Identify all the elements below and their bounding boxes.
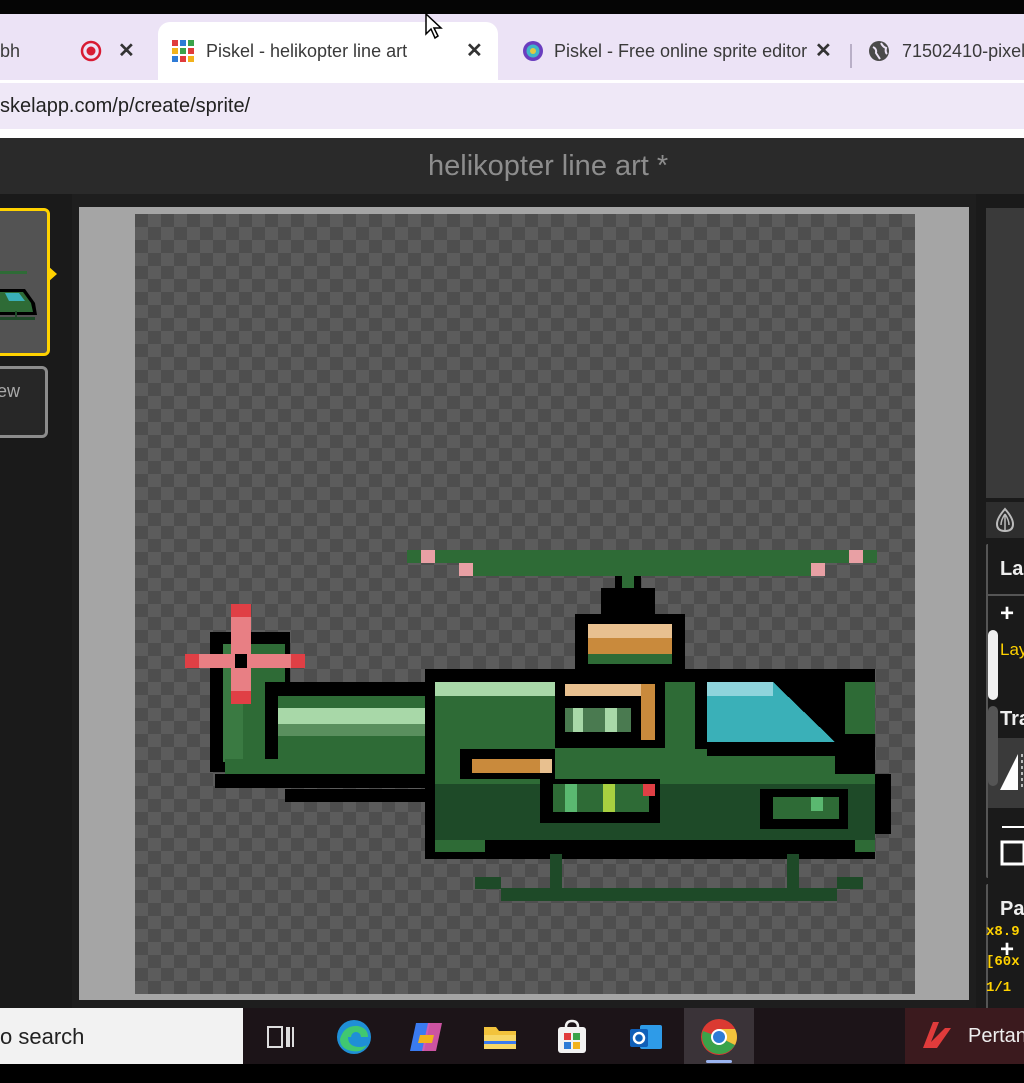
close-icon[interactable]: ✕ [815,38,832,63]
url-field[interactable]: skelapp.com/p/create/sprite/ [0,83,1024,129]
piskel-logo-icon [523,41,543,61]
crop-icon[interactable] [1000,820,1024,868]
tab-label: Piskel - helikopter line art [206,40,408,61]
mouse-cursor-icon [425,12,443,40]
add-new-frame-button[interactable]: ew [0,366,48,438]
flip-icon[interactable] [998,752,1024,792]
drawing-canvas[interactable] [135,214,915,994]
piskel-grid-icon [172,40,194,62]
frame-readout: 1/1 [986,980,1012,996]
taskbar-app-button[interactable]: Pertan [905,1008,1024,1064]
outlook-icon[interactable] [626,1017,666,1057]
tab-piskel-free[interactable]: Piskel - Free online sprite editor ✕ [508,22,848,80]
chrome-icon[interactable] [699,1017,739,1057]
store-icon[interactable] [552,1017,592,1057]
piskel-app: helikopter line art * ew La + Lay Tr Pa … [0,138,1024,1012]
transform-panel: Tra [986,694,1024,878]
address-bar: skelapp.com/p/create/sprite/ [0,80,1024,138]
add-new-frame-label: ew [0,381,21,401]
frame-preview-icon [0,271,37,320]
url-text: skelapp.com/p/create/sprite/ [0,95,251,117]
tab-divider [850,44,852,68]
tab-pixel-image[interactable]: 71502410-pixel- [860,22,1024,80]
taskbar-search-box[interactable]: o search [0,1008,243,1064]
task-view-icon[interactable] [260,1017,300,1057]
frames-column: ew [0,194,72,1008]
file-explorer-icon[interactable] [480,1017,520,1057]
sprite-title[interactable]: helikopter line art * [428,150,668,183]
layer-name[interactable]: Lay [1000,640,1024,660]
frame-thumbnail[interactable] [0,208,50,356]
browser-tab-strip: bh ✕ Piskel - helikopter line art ✕ Pisk… [0,12,1024,80]
layers-panel: La + Lay [986,544,1024,700]
app-icon [923,1022,951,1048]
globe-icon [869,41,889,61]
search-label: o search [0,1024,85,1049]
layers-scrollbar[interactable] [988,630,998,700]
app-label: Pertan [968,1025,1024,1047]
recording-icon [80,40,102,62]
close-icon[interactable]: ✕ [118,38,135,63]
copilot-icon[interactable] [406,1017,446,1057]
active-frame-indicator [48,266,57,282]
transform-scrollbar[interactable] [988,706,998,786]
right-panels: La + Lay Tra Pa + x8.9 [60x 1/1 [976,194,1024,1012]
zoom-readout: x8.9 [986,924,1020,940]
helicopter-sprite [185,550,891,901]
add-layer-button[interactable]: + [1000,600,1014,628]
size-readout: [60x [986,954,1020,970]
tab-bh[interactable]: bh ✕ [0,22,150,80]
animation-preview[interactable] [986,208,1024,498]
tab-piskel-helikopter[interactable]: Piskel - helikopter line art ✕ [158,22,498,80]
app-header: helikopter line art * [0,138,1024,194]
tab-label: bh [0,40,21,61]
taskbar-active-indicator [706,1060,732,1063]
edge-icon[interactable] [334,1017,374,1057]
tab-label: 71502410-pixel- [902,40,1024,61]
tab-label: Piskel - Free online sprite editor [554,40,808,61]
close-icon[interactable]: ✕ [466,38,483,63]
transform-title: Tra [1000,708,1024,730]
palettes-title: Pa [1000,898,1024,920]
divider [988,594,1024,596]
onion-skin-icon[interactable] [986,502,1024,538]
layers-title: La [1000,558,1024,580]
screen-bottom-edge [0,1064,1024,1083]
windows-taskbar: o search Pertan [0,1008,1024,1064]
window-top-edge [0,0,1024,14]
